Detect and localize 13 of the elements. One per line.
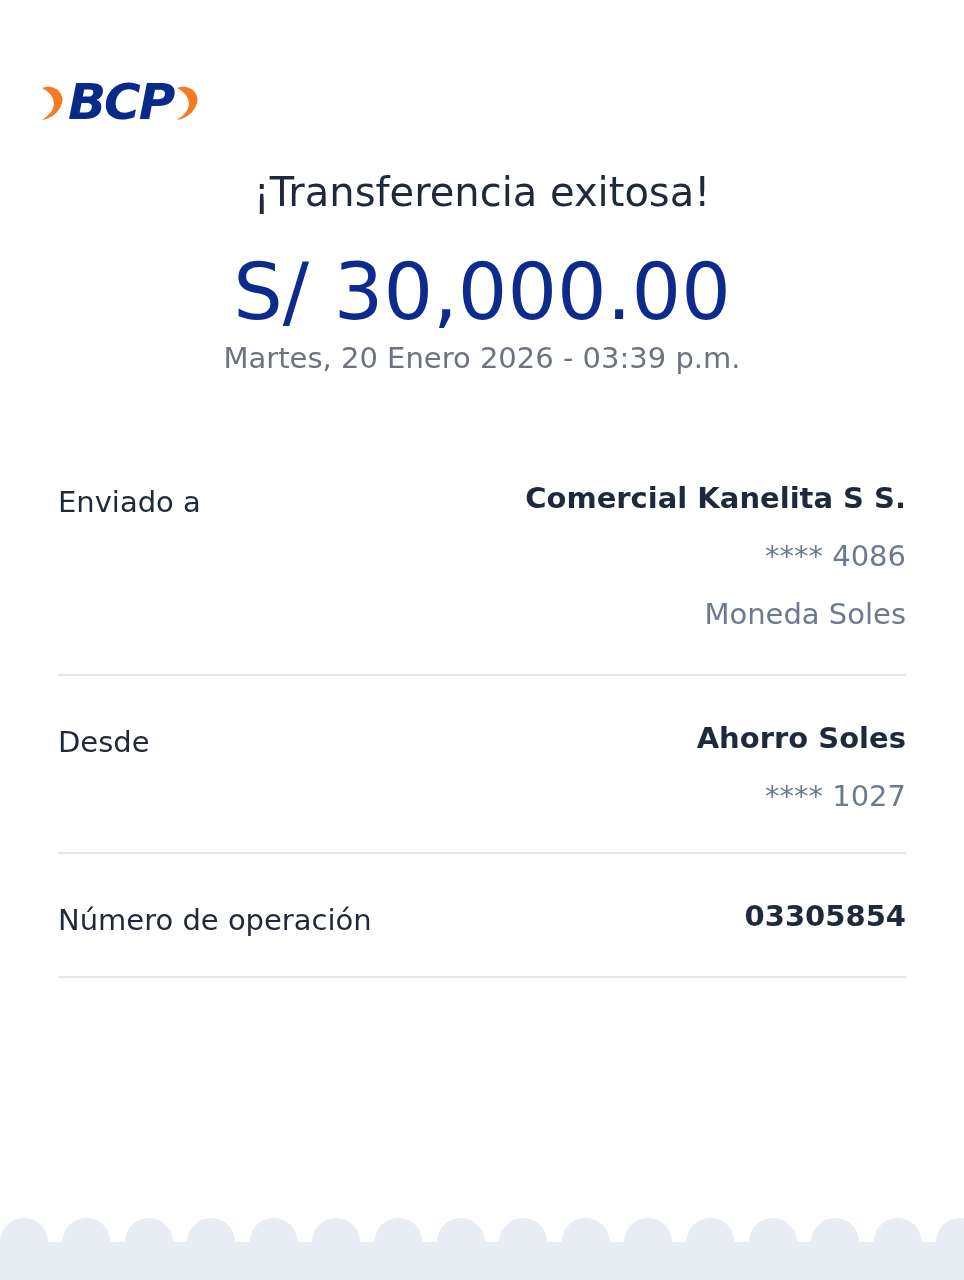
detail-label: Desde [58,724,150,761]
transfer-amount: S/ 30,000.00 [233,246,731,339]
success-title: ¡Transferencia exitosa! [253,168,711,217]
detail-subvalue: **** 4086 [764,538,906,575]
detail-label: Número de operación [58,902,372,939]
transfer-date: Martes, 20 Enero 2026 - 03:39 p.m. [223,340,741,377]
detail-subvalue: Moneda Soles [704,596,906,633]
detail-label: Enviado a [58,484,201,521]
bcp-logo: BCP [40,77,202,127]
detail-value: Ahorro Soles [696,720,906,757]
detail-value: 03305854 [744,898,906,935]
detail-value: Comercial Kanelita S S. [525,480,906,517]
detail-subvalue: **** 1027 [764,778,906,815]
